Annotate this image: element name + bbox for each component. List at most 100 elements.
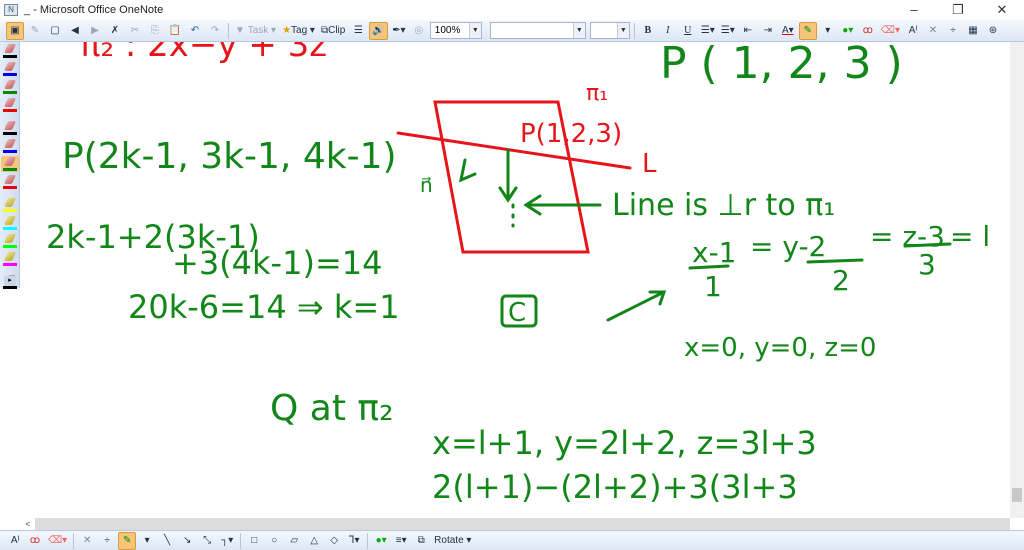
decrease-indent-icon[interactable]: ⇤	[739, 22, 757, 40]
pen-color-swatch	[3, 73, 17, 76]
parallelogram-icon[interactable]: ▱	[285, 532, 303, 550]
restore-button[interactable]: ❐	[936, 0, 980, 20]
pen[interactable]	[1, 138, 19, 154]
font-color-icon[interactable]: A▾	[779, 22, 797, 40]
highlighter-pen[interactable]	[1, 215, 19, 231]
eraser-icon[interactable]: ⌫▾	[46, 532, 69, 550]
pen[interactable]	[1, 79, 19, 95]
arrange-shapes-icon[interactable]: ⧉	[412, 532, 430, 550]
increase-indent-icon[interactable]: ⇥	[759, 22, 777, 40]
pen-color-swatch	[3, 168, 17, 171]
horizontal-scrollbar[interactable]: <	[21, 518, 1010, 530]
highlighter-pen[interactable]	[1, 251, 19, 267]
copy-icon[interactable]: ⎘	[146, 22, 164, 40]
scroll-left-icon[interactable]: <	[21, 518, 35, 530]
table-icon[interactable]: ▦	[964, 22, 982, 40]
forward-icon[interactable]: ▶	[86, 22, 104, 40]
pen-mode-icon[interactable]: ✒▾	[390, 22, 408, 40]
minimize-button[interactable]: –	[892, 0, 936, 20]
new-page-icon[interactable]: ▢	[46, 22, 64, 40]
ink-pi1-label: π₁	[586, 81, 608, 106]
highlighter-pen[interactable]	[1, 233, 19, 249]
font-size-select[interactable]: ▼	[589, 22, 630, 39]
undo-icon[interactable]: ↶	[186, 22, 204, 40]
chevron-down-icon[interactable]: ▾	[138, 532, 156, 550]
zoom-select[interactable]: 100% ▼	[429, 22, 482, 39]
delete-icon[interactable]: ✕	[924, 22, 942, 40]
underline-button[interactable]: U	[679, 22, 697, 40]
line-icon[interactable]: ╲	[158, 532, 176, 550]
eraser-icon[interactable]: ⌫▾	[879, 22, 902, 40]
ink-line-label: L	[642, 149, 657, 179]
pen-color-swatch	[3, 209, 17, 212]
chevron-down-icon[interactable]: ▾	[819, 22, 837, 40]
redo-icon[interactable]: ↷	[206, 22, 224, 40]
scroll-thumb[interactable]	[1012, 488, 1022, 502]
ink-general-point: P(2k-1, 3k-1, 4k-1)	[62, 136, 397, 177]
pen-icon	[3, 198, 17, 207]
delete-page-icon[interactable]: ✗	[106, 22, 124, 40]
pen[interactable]	[1, 61, 19, 77]
bullets-icon[interactable]: ☰▾	[699, 22, 717, 40]
back-icon[interactable]: ◀	[66, 22, 84, 40]
pen[interactable]	[1, 43, 19, 59]
rotate-button[interactable]: Rotate ▾	[432, 532, 473, 550]
double-arrow-icon[interactable]: ⤡	[198, 532, 216, 550]
insert-space-icon[interactable]: Aᴵ	[904, 22, 922, 40]
rectangle-icon[interactable]: □	[245, 532, 263, 550]
more-pens-button[interactable]: ▸	[4, 276, 16, 286]
pen-icon	[3, 121, 17, 130]
ink-sym-y-den: 2	[832, 264, 850, 297]
audio-icon[interactable]: 🔊	[369, 21, 388, 40]
axis-icon[interactable]: ┐▾	[218, 532, 236, 550]
pen-icon	[3, 44, 17, 53]
standard-toolbar: ▣ ✎ ▢ ◀ ▶ ✗ ✂ ⎘ 📋 ↶ ↷ ▼ Task ▾ ★ Tag ▾ ⧉ C…	[0, 20, 1024, 42]
tag-button[interactable]: ★ Tag ▾	[280, 22, 317, 40]
arrange-icon[interactable]: ÷	[98, 532, 116, 550]
pen[interactable]	[1, 120, 19, 136]
bold-button[interactable]: B	[639, 22, 657, 40]
task-button[interactable]: ▼ Task ▾	[233, 22, 278, 40]
line-weight-icon[interactable]: ≡▾	[392, 532, 410, 550]
pen[interactable]	[1, 174, 19, 190]
pen[interactable]	[1, 97, 19, 113]
italic-button[interactable]: I	[659, 22, 677, 40]
pen-color-icon[interactable]: ✎	[798, 21, 817, 40]
pen-icon	[3, 80, 17, 89]
fill-color-icon[interactable]: ●▾	[372, 532, 390, 550]
pen-icon	[3, 157, 17, 166]
note-canvas[interactable]: π₂ : 2x−y + 3z π₁ L P(1,2,3) P ( 1, 2, 3…	[21, 42, 1010, 518]
page-list-icon[interactable]: ☰	[349, 22, 367, 40]
ink-sym-x: x-1	[692, 236, 737, 269]
chevron-down-icon: ▼	[468, 23, 481, 38]
pen[interactable]	[1, 156, 19, 172]
vertical-scrollbar[interactable]	[1010, 42, 1024, 518]
connector-icon[interactable]: ⅂▾	[345, 532, 363, 550]
cut-icon[interactable]: ✂	[126, 22, 144, 40]
ink-sym-x-den: 1	[704, 270, 722, 303]
close-button[interactable]: ✕	[980, 0, 1024, 20]
clip-button[interactable]: ⧉ Clip	[319, 22, 347, 40]
font-select[interactable]: ▼	[489, 22, 586, 39]
pen-color-icon[interactable]: ✎	[118, 531, 137, 550]
insert-space-icon[interactable]: Aᴵ	[6, 532, 24, 550]
triangle-icon[interactable]: △	[305, 532, 323, 550]
ink-point-p: P(1,2,3)	[520, 119, 622, 149]
diamond-icon[interactable]: ◇	[325, 532, 343, 550]
numbering-icon[interactable]: ☰▾	[719, 22, 737, 40]
arrange-icon[interactable]: ÷	[944, 22, 962, 40]
research-icon[interactable]: ⊛	[984, 22, 1002, 40]
pages-view-icon[interactable]: ▣	[6, 21, 24, 40]
drawing-toolbar: Aᴵ ꝏ ⌫▾ ✕ ÷ ✎ ▾ ╲ ↘ ⤡ ┐▾ □ ○ ▱ △ ◇ ⅂▾ ●▾ …	[0, 530, 1024, 550]
highlighter-pen[interactable]	[1, 197, 19, 213]
delete-icon[interactable]: ✕	[78, 532, 96, 550]
paste-icon[interactable]: 📋	[166, 22, 184, 40]
ellipse-icon[interactable]: ○	[265, 532, 283, 550]
arrow-icon[interactable]: ↘	[178, 532, 196, 550]
help-icon[interactable]: ◎	[410, 22, 428, 40]
pin-icon[interactable]: ✎	[26, 22, 44, 40]
lasso-icon[interactable]: ꝏ	[859, 22, 877, 40]
fill-color-icon[interactable]: ●▾	[839, 22, 857, 40]
lasso-icon[interactable]: ꝏ	[26, 532, 44, 550]
title-bar: N _ - Microsoft Office OneNote – ❐ ✕	[0, 0, 1024, 20]
